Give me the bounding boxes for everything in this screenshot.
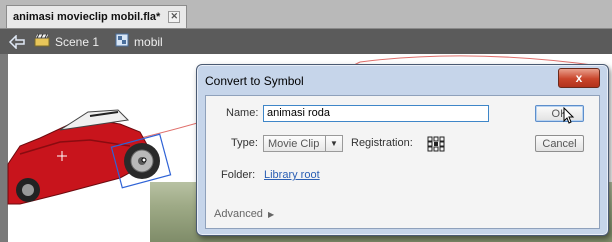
mouse-cursor-icon xyxy=(563,107,575,124)
dialog-body: Name: animasi roda Type: Movie Clip ▼ Re… xyxy=(205,95,600,229)
breadcrumb-scene[interactable]: Scene 1 xyxy=(34,33,99,50)
symbol-type-select[interactable]: Movie Clip ▼ xyxy=(263,135,343,152)
folder-label: Folder: xyxy=(221,169,256,181)
type-label: Type: xyxy=(231,137,258,149)
document-tab-bar: animasi movieclip mobil.fla* ✕ xyxy=(0,0,612,29)
document-tab-title: animasi movieclip mobil.fla* xyxy=(13,11,161,23)
back-arrow-icon[interactable] xyxy=(6,32,28,52)
breadcrumb-symbol[interactable]: mobil xyxy=(115,33,163,50)
folder-link[interactable]: Library root xyxy=(264,169,320,181)
name-label: Name: xyxy=(226,107,259,119)
advanced-label: Advanced xyxy=(214,208,263,220)
symbol-name-input[interactable]: animasi roda xyxy=(263,105,489,122)
ok-button[interactable]: OK xyxy=(535,105,584,122)
scene-label: Scene 1 xyxy=(55,34,100,49)
registration-label: Registration: xyxy=(351,137,413,149)
cancel-button[interactable]: Cancel xyxy=(535,135,584,152)
scene-clapper-icon xyxy=(34,33,50,50)
convert-to-symbol-dialog: Convert to Symbol x Name: animasi roda T… xyxy=(196,64,609,236)
dialog-close-button[interactable]: x xyxy=(558,68,600,88)
movie-clip-symbol-icon xyxy=(115,33,129,50)
close-tab-icon[interactable]: ✕ xyxy=(168,11,181,23)
symbol-type-value: Movie Clip xyxy=(268,137,320,150)
registration-grid-icon[interactable] xyxy=(427,136,445,152)
expand-triangle-icon: ▶ xyxy=(267,209,275,219)
symbol-label: mobil xyxy=(134,34,163,49)
dialog-title: Convert to Symbol xyxy=(205,74,304,88)
advanced-toggle[interactable]: Advanced ▶ xyxy=(214,208,274,220)
dropdown-arrow-icon: ▼ xyxy=(325,136,342,151)
document-tab[interactable]: animasi movieclip mobil.fla* ✕ xyxy=(6,5,188,28)
edit-bar: Scene 1 mobil xyxy=(0,29,612,54)
